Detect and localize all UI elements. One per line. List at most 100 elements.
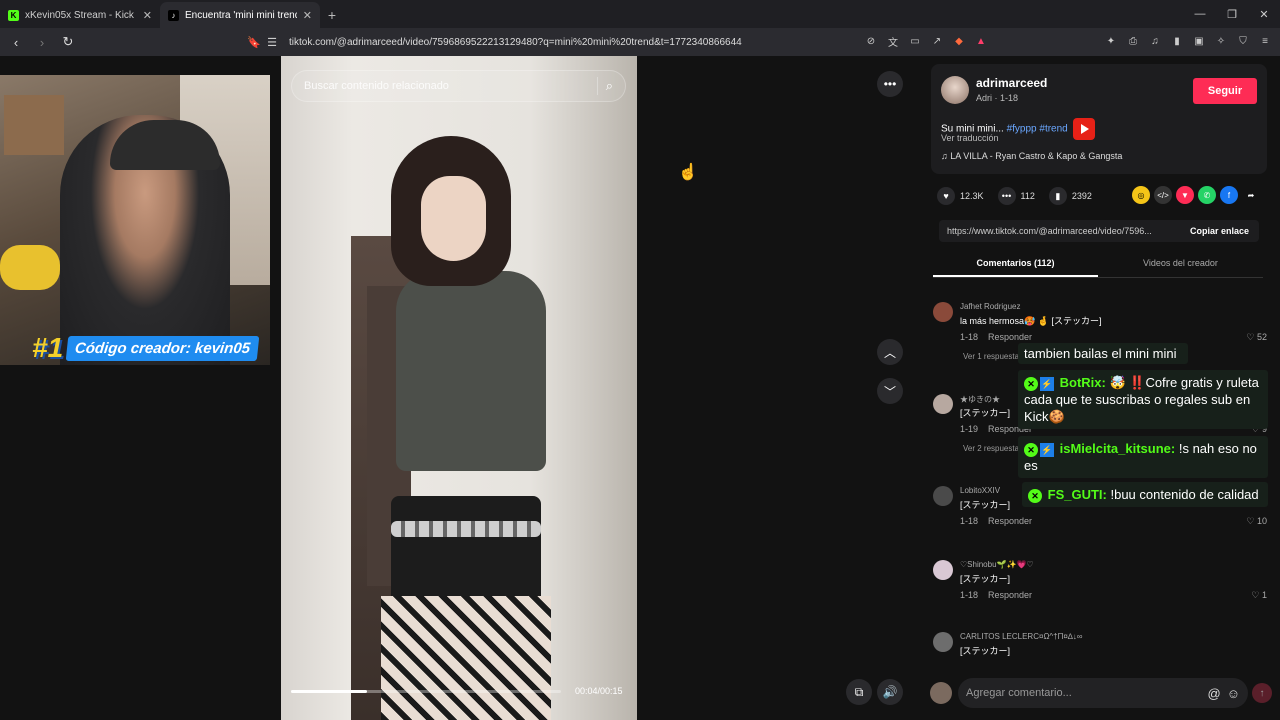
video-progress-bar[interactable] [291,690,561,693]
picture-in-picture-icon[interactable]: ⧉ [846,679,872,705]
volume-icon[interactable]: 🔊 [877,679,903,705]
comment-author[interactable]: LobitoXXIV [960,486,1000,495]
comment-text: [ステッカー] [960,646,1011,656]
comment-date: 1-18 [960,332,979,342]
share-options: ◎ </> ▼ ✆ f ➦ [1132,186,1260,204]
share-icon[interactable]: ↗ [928,32,946,50]
video-progress-fill [291,690,367,693]
avatar[interactable] [933,394,953,414]
comment-author[interactable]: ♡Shinobu🌱✨💗♡ [960,560,1034,569]
chat-message: ✕ ⚡ isMielcita_kitsune: !s nah eso no es [1018,436,1268,478]
follow-button[interactable]: Seguir [1193,78,1257,104]
url-text[interactable]: tiktok.com/@adrimarceed/video/7596869522… [289,37,742,48]
screenshot-icon[interactable]: ⎙ [1124,32,1142,50]
sidebar-icon[interactable]: ▮ [1168,32,1186,50]
comment-like[interactable]: ♡ 10 [1246,516,1267,527]
like-count: 12.3K [960,191,984,201]
close-tab-icon[interactable]: ✕ [143,9,152,22]
save-count: 2392 [1071,191,1092,201]
no-translate-icon[interactable]: ⊘ [862,32,880,50]
maximize-icon[interactable]: ❐ [1216,0,1248,28]
menu-icon[interactable]: ≡ [1256,32,1274,50]
bookmark-icon[interactable]: 🔖 [245,33,263,51]
chat-message: tambien bailas el mini mini [1018,343,1188,364]
comment-author[interactable]: Jafhet Rodriguez [960,302,1020,311]
brave-shield-icon[interactable]: ◆ [950,32,968,50]
comment-button[interactable]: ••• 112 [997,187,1035,205]
like-button[interactable]: ♥ 12.3K [937,187,984,205]
mention-icon[interactable]: @ [1208,686,1221,701]
tab-title: xKevin05x Stream - Kick Dashboa [25,9,137,21]
reply-button[interactable]: Responder [988,516,1032,526]
facebook-icon[interactable]: f [1220,186,1238,204]
avatar[interactable] [933,486,953,506]
comment-text: [ステッカー] [960,408,1011,418]
kick-badge-icon: ✕ [1024,442,1038,457]
share-arrow-icon[interactable]: ➦ [1242,186,1260,204]
music-link[interactable]: ♫ LA VILLA - Ryan Castro & Kapo & Gangst… [941,151,1122,161]
kick-badge-icon: ✕ [1024,376,1038,391]
reply-button[interactable]: Responder [988,332,1032,342]
leo-icon[interactable]: ✧ [1212,32,1230,50]
related-search-input[interactable]: Buscar contenido relacionado ⌕ [291,70,626,102]
chat-message: ✕ FS_GUTI: !buu contenido de calidad [1022,482,1268,507]
tab-comments[interactable]: Comentarios (112) [933,256,1098,277]
reload-icon[interactable]: ↻ [58,32,78,52]
video-link[interactable]: https://www.tiktok.com/@adrimarceed/vide… [939,226,1180,236]
tab-creator-videos[interactable]: Videos del creador [1098,256,1263,277]
avatar[interactable] [933,302,953,322]
see-translation-link[interactable]: Ver traducción [941,133,999,143]
comment-icon: ••• [997,187,1016,205]
comment-author[interactable]: CARLITOS LECLERC¤Ω^†Π¤∆↓∞ [960,632,1082,641]
copy-link-button[interactable]: Copiar enlace [1180,226,1259,236]
comment-item: CARLITOS LECLERC¤Ω^†Π¤∆↓∞ [ステッカー] [933,632,1273,662]
send-comment-button[interactable]: ↑ [1252,683,1272,703]
close-tab-icon[interactable]: ✕ [303,9,312,22]
close-window-icon[interactable]: ✕ [1248,0,1280,28]
search-icon[interactable]: ⌕ [606,78,613,94]
bookmark-icon: ▮ [1048,187,1067,205]
avatar[interactable] [933,560,953,580]
previous-video-icon[interactable]: ︿ [877,339,903,365]
send-icon[interactable]: ▼ [1176,186,1194,204]
coin-icon[interactable]: ◎ [1132,186,1150,204]
whatsapp-icon[interactable]: ✆ [1198,186,1216,204]
back-icon[interactable]: ‹ [6,32,26,52]
address-bar: ‹ › ↻ 🔖 ☰ tiktok.com/@adrimarceed/video/… [0,28,1280,56]
vpn-icon[interactable]: ⛉ [1234,32,1252,50]
video-player[interactable]: Buscar contenido relacionado ⌕ 00:04/00:… [281,56,637,720]
avatar[interactable] [941,76,969,104]
site-info-icon[interactable]: ☰ [263,33,281,51]
reply-button[interactable]: Responder [988,590,1032,600]
forward-icon[interactable]: › [32,32,52,52]
creator-code-text: Código creador: kevin05 [65,335,260,361]
kick-icon: K [8,9,19,21]
video-time: 00:04/00:15 [575,686,623,696]
embed-icon[interactable]: </> [1154,186,1172,204]
cast-icon[interactable]: ▭ [906,32,924,50]
extensions-icon[interactable]: ✦ [1102,32,1120,50]
comment-like-count: 52 [1256,332,1267,342]
comment-like[interactable]: ♡ 52 [1246,332,1267,343]
music-icon[interactable]: ♫ [1146,32,1164,50]
creator-username[interactable]: adrimarceed [976,76,1047,90]
wallet-icon[interactable]: ▣ [1190,32,1208,50]
avatar[interactable] [933,632,953,652]
save-button[interactable]: ▮ 2392 [1048,187,1092,205]
comment-like[interactable]: ♡ 1 [1251,590,1267,601]
translate-icon[interactable]: 文 [884,32,902,50]
more-options-icon[interactable]: ••• [877,71,903,97]
tab-kick-dashboard[interactable]: K xKevin05x Stream - Kick Dashboa ✕ [0,2,160,28]
next-video-icon[interactable]: ﹀ [877,378,903,404]
comment-input[interactable]: Agregar comentario... @ ☺ [958,678,1248,708]
caption-hashtags[interactable]: #fyppp #trend [1007,124,1068,135]
copy-link-box: https://www.tiktok.com/@adrimarceed/vide… [939,220,1259,242]
minimize-icon[interactable]: — [1184,0,1216,28]
tab-tiktok[interactable]: ♪ Encuentra 'mini mini trend' e ✕ [160,2,320,28]
mouse-cursor-icon: ☝ [678,164,698,181]
comment-author[interactable]: ★ゆきの★ [960,394,1000,405]
new-tab-button[interactable]: + [320,2,344,28]
webcam-frame-detail [0,245,60,290]
brave-rewards-icon[interactable]: ▲ [972,32,990,50]
emoji-icon[interactable]: ☺ [1227,686,1240,701]
